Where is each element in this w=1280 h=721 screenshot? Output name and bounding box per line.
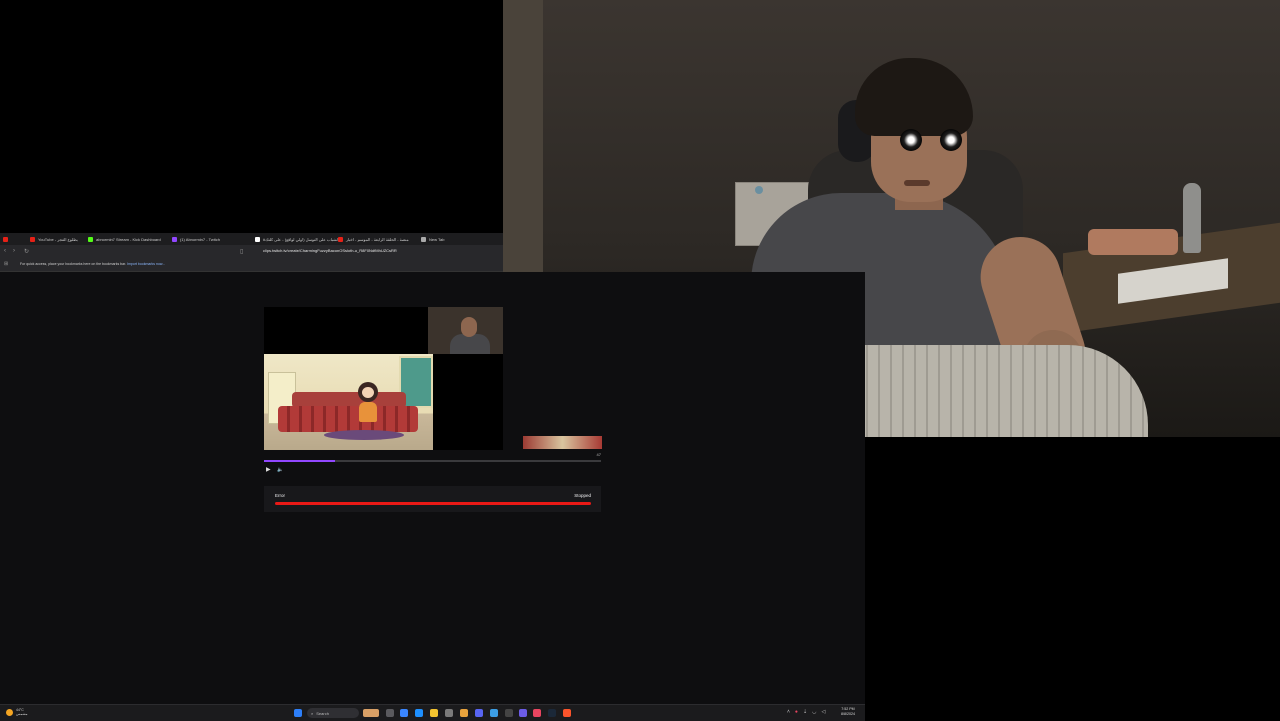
- play-icon[interactable]: ▶: [266, 466, 274, 474]
- page-icon: [255, 236, 260, 242]
- clock-date: 8/8/2024: [841, 712, 855, 716]
- start-icon[interactable]: [294, 709, 302, 717]
- task-view-icon[interactable]: [386, 709, 394, 717]
- game-character-body: [359, 402, 377, 422]
- tab-video[interactable]: منصة - الحلقة الرابعة - الموسم - اخبار: [338, 233, 409, 245]
- pin: [755, 186, 763, 194]
- error-status: Stopped: [574, 493, 591, 498]
- bookmarks-bar: ⊞ For quick access, place your bookmarks…: [0, 258, 503, 272]
- tab-twitch[interactable]: (1) Abnormin7 - Twitch: [172, 233, 220, 245]
- volume-icon[interactable]: 🔈: [277, 466, 285, 474]
- tab-label: abnormin7 Stream - Kick Dashboard: [96, 236, 161, 242]
- empty-area: [865, 437, 1280, 720]
- taskbar-clock[interactable]: 7:52 PM 8/8/2024: [841, 707, 855, 717]
- mini-streamer-body: [450, 334, 490, 354]
- discord-icon[interactable]: [475, 709, 483, 717]
- folder-icon[interactable]: [430, 709, 438, 717]
- browser-icon[interactable]: [490, 709, 498, 717]
- widget-icon[interactable]: [363, 709, 379, 717]
- kick-icon: [88, 236, 93, 242]
- error-label: Error: [275, 493, 285, 498]
- tab-label: منصة - الحلقة الرابعة - الموسم - اخبار: [346, 236, 409, 242]
- new-tab-icon: [421, 236, 426, 242]
- basket: [1088, 229, 1178, 255]
- water-bottle: [1183, 183, 1201, 253]
- player-webcam-preview: [428, 307, 503, 354]
- clock-time: 7:52 PM: [841, 707, 855, 711]
- weather-text: 44°C مشمس: [16, 708, 27, 716]
- twitch-icon: [172, 236, 177, 242]
- speaker-icon[interactable]: ◁: [822, 709, 826, 715]
- tab-kick-clip[interactable]: #الشباب على التوسل (اولي لواقع) - على كل…: [255, 233, 339, 245]
- usb-icon[interactable]: ⇣: [803, 709, 807, 715]
- mini-streamer-head: [461, 317, 477, 337]
- tab-label: New Tab: [429, 236, 445, 242]
- browser-tab-bar: YouTube - بطلوع الفجر abnormin7 Stream -…: [0, 233, 503, 245]
- streamer-hair: [855, 58, 973, 136]
- game-video-frame[interactable]: [264, 354, 433, 450]
- search-label: Search: [316, 710, 329, 716]
- back-icon[interactable]: ‹: [4, 248, 6, 254]
- browser-logo-icon: [3, 236, 8, 242]
- clip-thumbnail-strip[interactable]: [523, 436, 602, 449]
- system-tray: ˄ ● ⇣ ◡ ◁: [787, 709, 825, 715]
- game-rug: [324, 430, 404, 440]
- forward-icon[interactable]: ›: [13, 248, 15, 254]
- app-tray-icon[interactable]: ●: [795, 709, 798, 715]
- taskbar: 44°C مشمس ⌕ Search ˄ ● ⇣ ◡ ◁ 7:52 PM 8/8…: [0, 704, 865, 721]
- app-icon[interactable]: [505, 709, 513, 717]
- bookmarks-notice: For quick access, place your bookmarks h…: [20, 262, 165, 266]
- app-icon[interactable]: [519, 709, 527, 717]
- player-frame-right: [433, 354, 503, 450]
- store-icon[interactable]: [400, 709, 408, 717]
- import-bookmarks-link[interactable]: Import bookmarks now...: [127, 262, 165, 266]
- wifi-icon[interactable]: ◡: [812, 709, 816, 715]
- reload-icon[interactable]: ↻: [24, 248, 29, 255]
- streamer-mouth: [904, 180, 930, 186]
- tab-menu[interactable]: [3, 233, 8, 245]
- address-bar: ‹ › ↻ ▯ clips.twitch.tv/create/CharmingF…: [0, 245, 503, 258]
- taskbar-search[interactable]: ⌕ Search: [307, 708, 359, 718]
- error-panel: Error Stopped: [264, 486, 601, 512]
- weather-widget[interactable]: 44°C مشمس: [6, 708, 27, 716]
- tab-label: #الشباب على التوسل (اولي لواقع) - على كل…: [263, 236, 340, 242]
- clip-timecode: 47: [596, 452, 601, 457]
- app-icon[interactable]: [445, 709, 453, 717]
- steam-icon[interactable]: [548, 709, 556, 717]
- brave-icon[interactable]: [563, 709, 571, 717]
- site-info-icon[interactable]: ▯: [240, 248, 243, 255]
- tab-new[interactable]: New Tab: [421, 233, 445, 245]
- game-character-face: [362, 387, 374, 398]
- game-sofa: [278, 406, 418, 432]
- tab-youtube[interactable]: YouTube - بطلوع الفجر: [30, 233, 78, 245]
- apps-grid-icon[interactable]: ⊞: [4, 261, 8, 267]
- tab-label: YouTube - بطلوع الفجر: [38, 236, 78, 242]
- sun-icon: [6, 708, 13, 716]
- clip-scrubber[interactable]: [264, 460, 601, 462]
- search-icon: ⌕: [311, 710, 314, 716]
- bookmarks-notice-text: For quick access, place your bookmarks h…: [20, 262, 127, 266]
- glowing-eye-left: [900, 129, 922, 151]
- edge-icon[interactable]: [415, 709, 423, 717]
- app-icon[interactable]: [533, 709, 541, 717]
- player-frame-top: [264, 307, 428, 354]
- tab-label: (1) Abnormin7 - Twitch: [180, 236, 220, 242]
- chevron-up-icon[interactable]: ˄: [787, 709, 790, 715]
- youtube-icon: [338, 236, 343, 242]
- scrubber-progress: [264, 460, 335, 462]
- error-progress-bar: [275, 502, 591, 505]
- weather-desc: مشمس: [16, 712, 28, 716]
- tab-kick[interactable]: abnormin7 Stream - Kick Dashboard: [88, 233, 161, 245]
- youtube-icon: [30, 236, 35, 242]
- url-field[interactable]: clips.twitch.tv/create/CharmingFuzzyBaco…: [263, 248, 397, 253]
- glowing-eye-right: [940, 129, 962, 151]
- chrome-icon[interactable]: [460, 709, 468, 717]
